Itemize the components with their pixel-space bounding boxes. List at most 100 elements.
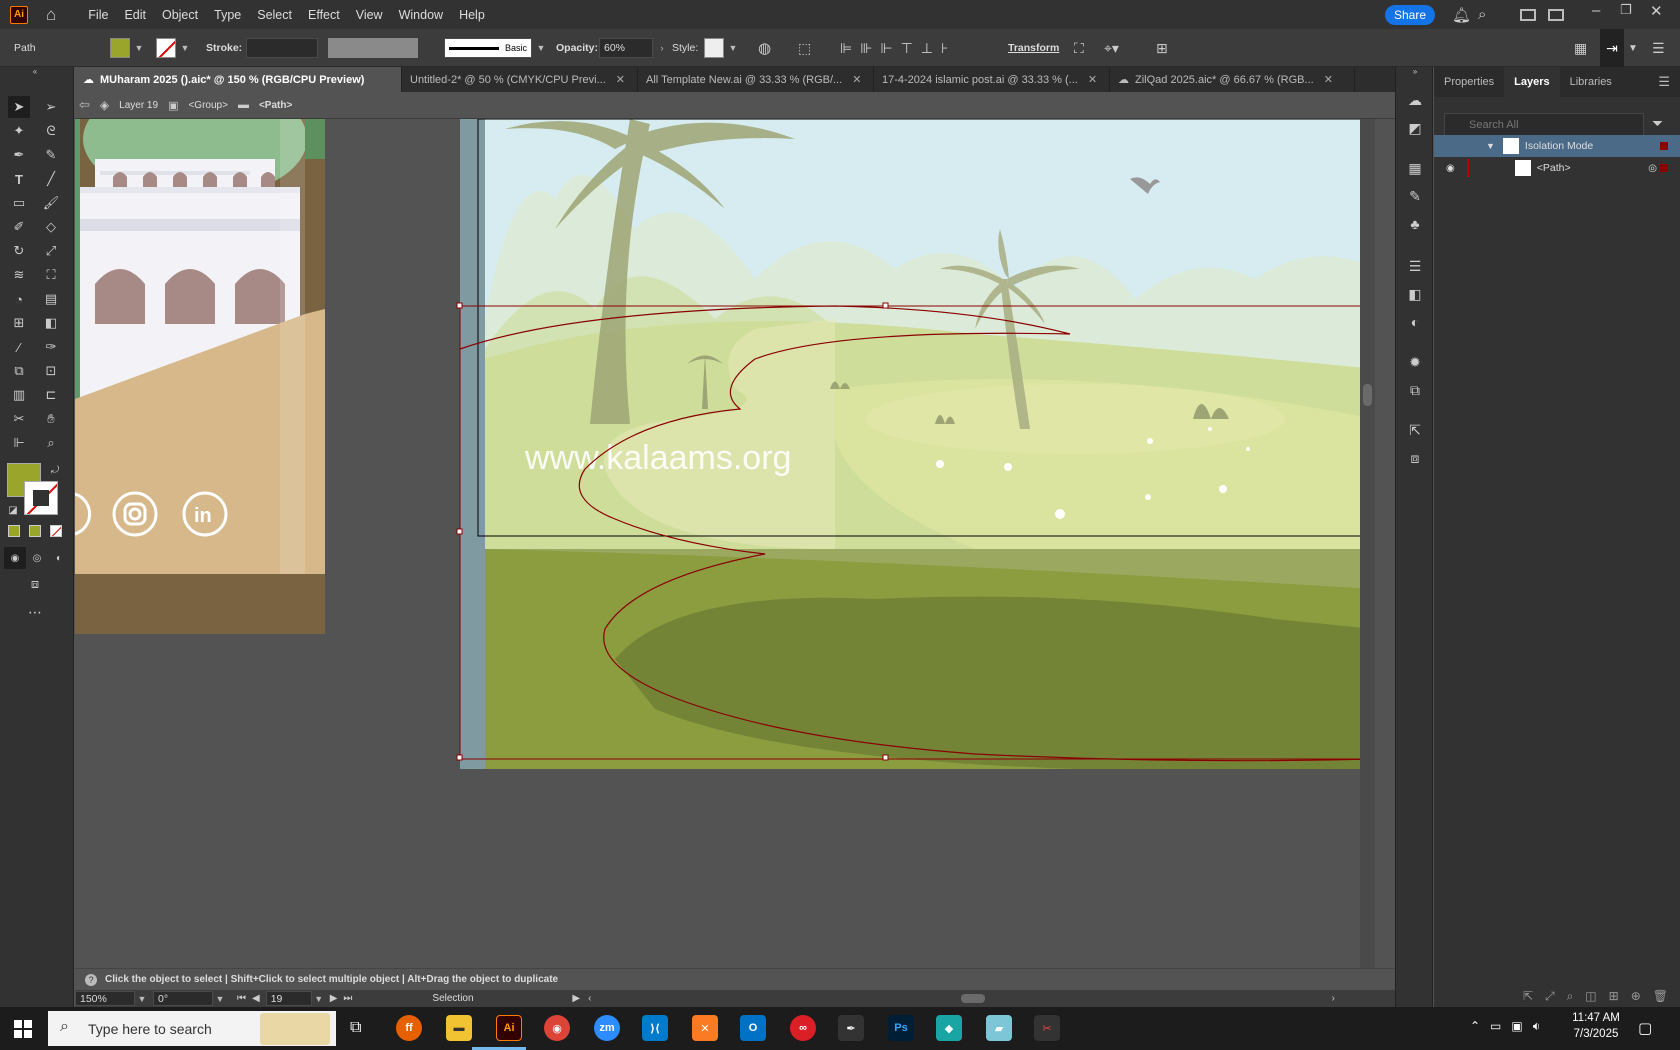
swap-colors-icon[interactable]: ⤾	[44, 459, 66, 481]
menu-edit[interactable]: Edit	[116, 8, 154, 22]
tab-document-3[interactable]: All Template New.ai @ 33.33 % (RGB/... ✕	[638, 67, 874, 92]
perspective-grid-icon[interactable]: ▤	[40, 288, 62, 310]
brush-definition[interactable]: Basic	[444, 38, 532, 58]
properties-toggle-icon[interactable]: ⇥	[1600, 29, 1624, 67]
menu-type[interactable]: Type	[206, 8, 249, 22]
curvature-tool-icon[interactable]: ✎	[40, 144, 62, 166]
first-artboard-icon[interactable]: ⏮	[237, 993, 246, 1004]
lasso-icon[interactable]: ᘓ	[40, 120, 62, 142]
windows-start-icon[interactable]	[14, 1020, 32, 1038]
scroll-right-icon[interactable]: ›	[1331, 993, 1334, 1004]
task-view-icon[interactable]: ⧉	[350, 1019, 361, 1037]
close-icon[interactable]: ✕	[852, 73, 861, 86]
slice-tool-icon[interactable]: ✂	[8, 408, 30, 430]
collapse-icon[interactable]: «	[24, 67, 46, 76]
export-icon[interactable]: ⇱	[1406, 421, 1424, 439]
selection-indicator[interactable]	[1660, 164, 1668, 172]
fill-swatch[interactable]	[110, 38, 130, 58]
artboard-tool-icon[interactable]: ⊏	[40, 384, 62, 406]
artboard-number-field[interactable]: 19	[265, 991, 312, 1006]
layer-row-isolation[interactable]: ▼ Isolation Mode	[1434, 135, 1680, 157]
tab-document-1[interactable]: ☁ MUharam 2025 ().aic* @ 150 % (RGB/CPU …	[75, 67, 402, 92]
firefox-icon[interactable]: ff	[396, 1015, 422, 1041]
stroke-panel-icon[interactable]: ☰	[1406, 257, 1424, 275]
rotate-tool-icon[interactable]: ↻	[8, 240, 30, 262]
hand-tool-icon[interactable]: ✋︎	[40, 408, 62, 430]
rotation-field[interactable]: 0°	[153, 991, 213, 1006]
panel-menu-icon[interactable]: ☰	[1648, 67, 1680, 97]
outlook-icon[interactable]: O	[740, 1015, 766, 1041]
tab-layers[interactable]: Layers	[1504, 67, 1560, 97]
zoom-icon[interactable]: zm	[594, 1015, 620, 1041]
creative-cloud-icon[interactable]: ∞	[790, 1015, 816, 1041]
transform-link[interactable]: Transform	[1008, 29, 1059, 67]
filter-icon[interactable]: ⏷	[1652, 115, 1663, 132]
system-tray-icons[interactable]: ⌃▭▣🔉︎	[1470, 1019, 1550, 1034]
libraries-icon[interactable]: ☁	[1406, 91, 1424, 109]
brushes-icon[interactable]: ✎	[1406, 187, 1424, 205]
pen-app-icon[interactable]: ✒	[838, 1015, 864, 1041]
scale-tool-icon[interactable]: ⤢	[40, 240, 62, 262]
breadcrumb-path[interactable]: <Path>	[259, 100, 292, 111]
file-explorer-icon[interactable]: ▬	[446, 1015, 472, 1041]
print-tiling-icon[interactable]: ⊩	[8, 432, 30, 454]
bell-icon[interactable]: 🔔︎	[1452, 6, 1471, 24]
arrange-icon[interactable]: ▦	[1574, 29, 1587, 67]
control-bar-menu-icon[interactable]: ☰	[1652, 29, 1665, 67]
target-icon[interactable]: ◎	[1648, 163, 1657, 174]
draw-inside-icon[interactable]: ◐	[48, 547, 70, 569]
color-mode-icon[interactable]	[8, 525, 20, 537]
chevron-down-icon[interactable]: ▼	[215, 994, 225, 1004]
breadcrumb-group[interactable]: <Group>	[188, 100, 227, 111]
minimize-icon[interactable]: –	[1592, 2, 1600, 19]
vscode-icon[interactable]: ⟩⟨	[642, 1015, 668, 1041]
chrome-icon[interactable]: ◉	[544, 1015, 570, 1041]
free-transform-icon[interactable]: ⛶	[40, 264, 62, 286]
breadcrumb-layer[interactable]: Layer 19	[119, 100, 158, 111]
horizontal-scrollbar[interactable]	[601, 992, 1321, 1005]
menu-object[interactable]: Object	[154, 8, 206, 22]
chevron-down-icon[interactable]: ▼	[728, 43, 738, 53]
tab-document-4[interactable]: 17-4-2024 islamic post.ai @ 33.33 % (...…	[874, 67, 1110, 92]
color-guide-icon[interactable]: ◩	[1406, 119, 1424, 137]
none-mode-icon[interactable]	[50, 525, 62, 537]
menu-select[interactable]: Select	[249, 8, 300, 22]
workspace-icon[interactable]	[1548, 9, 1564, 21]
more-tools-icon[interactable]: ⋯	[24, 601, 46, 623]
last-artboard-icon[interactable]: ⏭	[343, 993, 352, 1004]
restore-icon[interactable]: ❐	[1620, 2, 1632, 18]
screen-mode-icon[interactable]: ⧈	[24, 573, 46, 595]
menu-file[interactable]: File	[80, 8, 116, 22]
menu-window[interactable]: Window	[391, 8, 451, 22]
layers-search-input[interactable]: Search All	[1444, 113, 1644, 137]
previous-artboard-icon[interactable]: ◀	[252, 993, 260, 1004]
selection-tool-icon[interactable]: ➤	[8, 96, 30, 118]
stroke-weight-field[interactable]	[246, 38, 318, 58]
stroke-swatch[interactable]	[156, 38, 176, 58]
opacity-field[interactable]: 60%	[599, 38, 653, 58]
draw-behind-icon[interactable]: ◎	[26, 547, 48, 569]
isolate-icon[interactable]: ⛶	[1074, 29, 1084, 67]
scroll-left-icon[interactable]: ‹	[588, 993, 591, 1004]
layer-label[interactable]: Isolation Mode	[1525, 140, 1593, 152]
gradient-mode-icon[interactable]	[29, 525, 41, 537]
chevron-right-icon[interactable]: ▶	[572, 993, 580, 1004]
swatches-icon[interactable]: ▦	[1406, 159, 1424, 177]
symbol-sprayer-icon[interactable]: ⊡	[40, 360, 62, 382]
tab-properties[interactable]: Properties	[1434, 67, 1504, 97]
clock[interactable]: 11:47 AM 7/3/2025	[1566, 1012, 1626, 1040]
eye-icon[interactable]: ◉	[1446, 163, 1455, 174]
variable-width-profile[interactable]	[328, 38, 418, 58]
shaper-tool-icon[interactable]: ✐	[8, 216, 30, 238]
layer-label[interactable]: <Path>	[1537, 162, 1571, 174]
xampp-icon[interactable]: ✕	[692, 1015, 718, 1041]
paintbrush-icon[interactable]: 🖌︎	[40, 192, 62, 214]
current-tool-mode[interactable]: Selection	[432, 993, 552, 1004]
warp-tool-icon[interactable]: ≋	[8, 264, 30, 286]
graph-tool-icon[interactable]: ▥	[8, 384, 30, 406]
line-tool-icon[interactable]: ╱	[40, 168, 62, 190]
graphic-style-swatch[interactable]	[704, 38, 724, 58]
chevron-down-icon[interactable]: ▼	[137, 994, 147, 1004]
shape-builder-icon[interactable]: ◔	[8, 288, 30, 310]
arrange-documents-icon[interactable]	[1520, 9, 1536, 21]
